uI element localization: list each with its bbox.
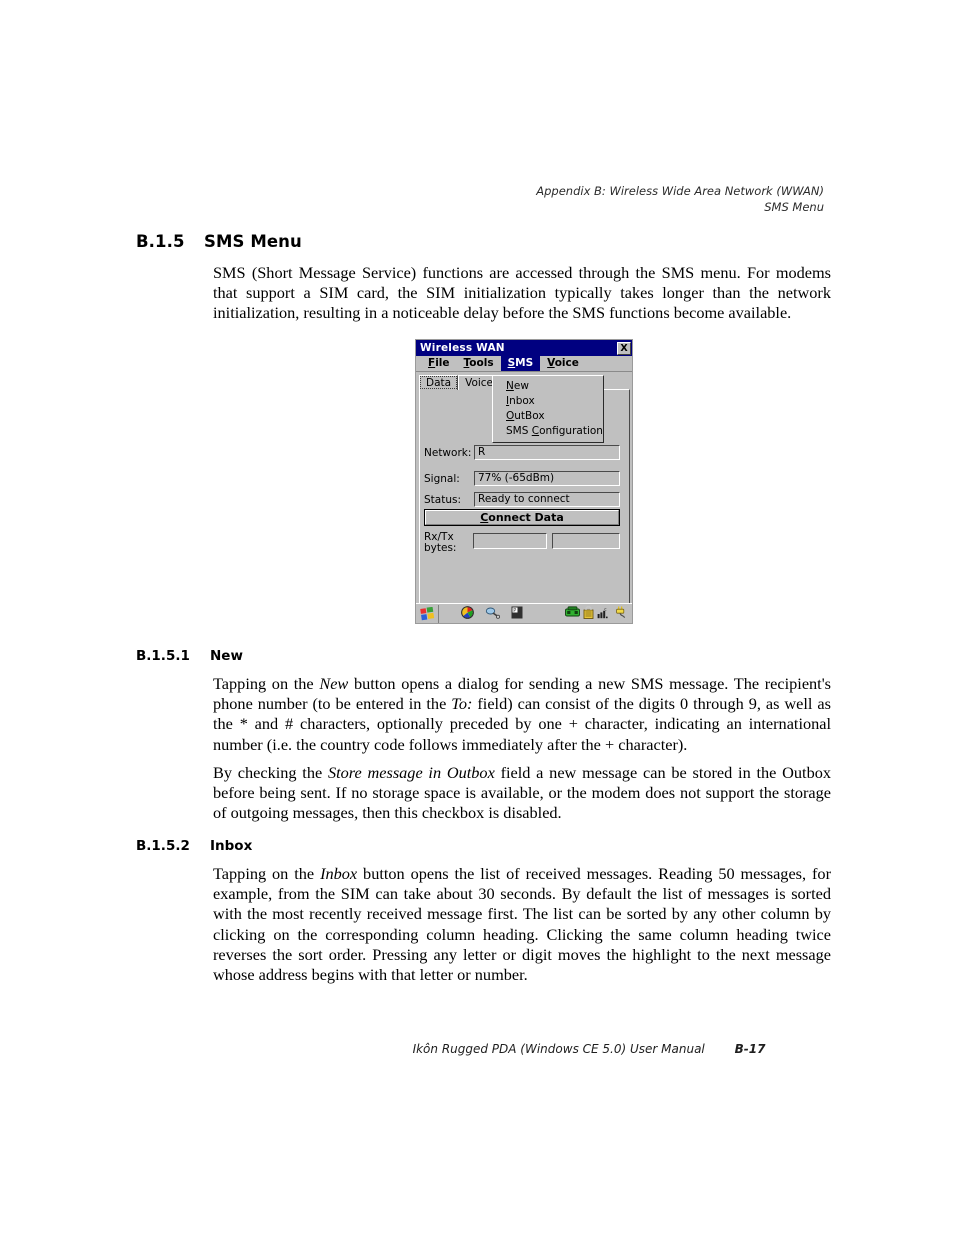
page-header: Appendix B: Wireless Wide Area Network (… bbox=[536, 183, 824, 215]
header-line-section: SMS Menu bbox=[764, 200, 824, 214]
paragraph-sms-menu-intro: SMS (Short Message Service) functions ar… bbox=[213, 263, 831, 323]
pda-taskbar: P c bbox=[416, 603, 632, 623]
pda-screenshot-wireless-wan: Wireless WAN X File Tools SMS Voice Data… bbox=[415, 339, 633, 624]
footer-inner: Ikôn Rugged PDA (Windows CE 5.0) User Ma… bbox=[413, 1042, 766, 1056]
network-label: Network: bbox=[424, 446, 472, 459]
text-fragment: By checking the bbox=[213, 763, 328, 782]
paragraph-inbox-1: Tapping on the Inbox button opens the li… bbox=[213, 864, 831, 985]
pda-title-bar: Wireless WAN X bbox=[416, 340, 632, 356]
menu-option-inbox[interactable]: Inbox bbox=[493, 394, 603, 409]
heading-sms-menu-title: SMS Menu bbox=[204, 232, 302, 251]
sms-dropdown-menu: New Inbox OutBox SMS Configuration bbox=[492, 375, 604, 443]
pda-tab-strip: Data Voice bbox=[419, 375, 501, 390]
menu-option-sms-configuration[interactable]: SMS Configuration bbox=[493, 424, 603, 439]
menu-option-outbox[interactable]: OutBox bbox=[493, 409, 603, 424]
emphasis-inbox: Inbox bbox=[320, 864, 358, 883]
heading-sms-menu: B.1.5 SMS Menu bbox=[136, 232, 302, 251]
field-row-network: Network: R bbox=[424, 445, 620, 460]
emphasis-store-message-in-outbox: Store message in Outbox bbox=[327, 763, 495, 782]
field-row-status: Status: Ready to connect bbox=[424, 492, 620, 507]
connect-data-button[interactable]: Connect Data bbox=[424, 509, 620, 526]
paragraph-new-1: Tapping on the New button opens a dialog… bbox=[213, 674, 831, 755]
network-connection-icon[interactable] bbox=[485, 606, 500, 622]
footer-manual-title: Ikôn Rugged PDA (Windows CE 5.0) User Ma… bbox=[412, 1042, 705, 1056]
rx-bytes-value bbox=[473, 533, 547, 549]
tx-bytes-value bbox=[552, 533, 620, 549]
tab-data[interactable]: Data bbox=[419, 375, 459, 390]
footer-page-number: B-17 bbox=[734, 1042, 766, 1056]
pda-menu-bar: File Tools SMS Voice bbox=[416, 356, 632, 372]
signal-value: 77% (-65dBm) bbox=[474, 471, 620, 486]
page-footer: Ikôn Rugged PDA (Windows CE 5.0) User Ma… bbox=[0, 1042, 954, 1056]
close-icon[interactable]: X bbox=[617, 341, 631, 355]
heading-new-number: B.1.5.1 bbox=[136, 648, 190, 664]
windows-start-icon[interactable] bbox=[416, 604, 439, 623]
emphasis-to-field: To: bbox=[451, 694, 473, 714]
heading-new-title: New bbox=[210, 648, 243, 664]
text-fragment: Tapping on the bbox=[213, 864, 321, 883]
signal-strength-icon[interactable]: c bbox=[597, 606, 611, 622]
status-label: Status: bbox=[424, 493, 461, 506]
connect-data-button-label: Connect Data bbox=[425, 510, 619, 525]
heading-new: B.1.5.1 New bbox=[136, 648, 243, 664]
security-lock-icon[interactable] bbox=[583, 605, 594, 622]
signal-label: Signal: bbox=[424, 472, 460, 485]
telephone-icon[interactable] bbox=[565, 606, 580, 621]
emphasis-new: New bbox=[319, 674, 349, 693]
color-wheel-icon[interactable] bbox=[461, 605, 474, 622]
rxtx-bytes-label: Rx/Tx bytes: bbox=[424, 531, 457, 554]
field-row-signal: Signal: 77% (-65dBm) bbox=[424, 471, 620, 486]
heading-inbox-number: B.1.5.2 bbox=[136, 838, 190, 854]
keyboard-input-panel-icon[interactable]: P bbox=[511, 606, 523, 622]
menu-item-sms[interactable]: SMS bbox=[500, 356, 541, 371]
heading-sms-menu-number: B.1.5 bbox=[136, 232, 185, 251]
network-value[interactable]: R bbox=[474, 445, 620, 460]
text-fragment: Tapping on the bbox=[213, 674, 320, 693]
menu-item-file[interactable]: File bbox=[421, 356, 457, 371]
taskbar-icons-right: c bbox=[565, 605, 627, 622]
paragraph-new-2: By checking the Store message in Outbox … bbox=[213, 763, 831, 824]
menu-option-new[interactable]: New bbox=[493, 379, 603, 394]
taskbar-icons-middle: P bbox=[461, 605, 523, 622]
header-line-appendix: Appendix B: Wireless Wide Area Network (… bbox=[536, 184, 824, 198]
menu-item-voice[interactable]: Voice bbox=[540, 356, 586, 371]
pda-window-title: Wireless WAN bbox=[420, 342, 505, 354]
power-plug-icon[interactable] bbox=[614, 606, 627, 622]
status-value: Ready to connect bbox=[474, 492, 620, 507]
heading-inbox-title: Inbox bbox=[210, 838, 253, 854]
heading-inbox: B.1.5.2 Inbox bbox=[136, 838, 252, 854]
svg-text:P: P bbox=[513, 608, 516, 614]
menu-item-tools[interactable]: Tools bbox=[457, 356, 501, 371]
